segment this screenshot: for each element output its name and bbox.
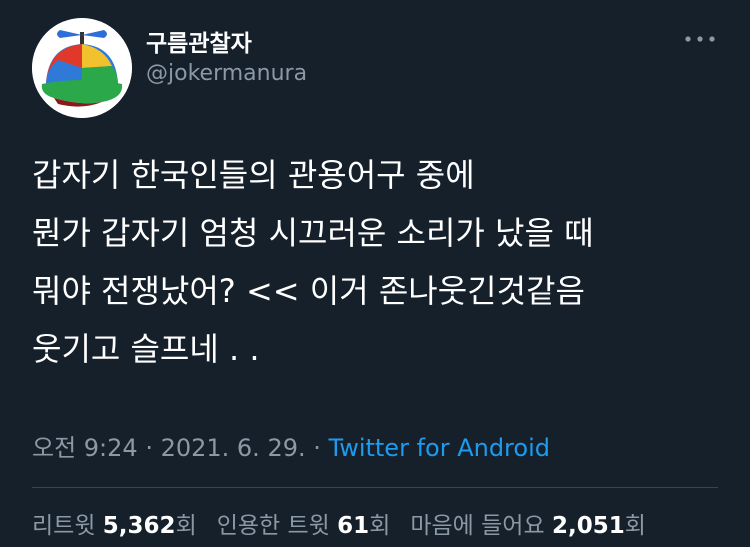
tweet-text-line: 뭔가 갑자기 엄청 시끄러운 소리가 났을 때	[32, 214, 594, 252]
tweet-text-line: 갑자기 한국인들의 관용어구 중에	[32, 156, 475, 194]
retweets-count: 5,362	[102, 513, 176, 539]
likes-unit: 회	[624, 513, 646, 539]
tweet-text: 갑자기 한국인들의 관용어구 중에 뭔가 갑자기 엄청 시끄러운 소리가 났을 …	[32, 146, 722, 378]
tweet-text-line: 웃기고 슬프네 . .	[32, 330, 260, 368]
avatar[interactable]	[32, 18, 132, 118]
more-dots-icon	[685, 36, 715, 42]
quotes-count: 61	[337, 513, 370, 539]
tweet-text-line: 뭐야 전쟁났어? << 이거 존나웃긴것같음	[32, 272, 585, 310]
likes-count: 2,051	[551, 513, 625, 539]
retweets-unit: 회	[175, 513, 197, 539]
quotes-stat[interactable]: 인용한 트윗 61회	[217, 513, 391, 539]
tweet-detail: 구름관찰자 @jokermanura 갑자기 한국인들의 관용어구 중에 뭔가 …	[0, 0, 750, 547]
quotes-unit: 회	[369, 513, 391, 539]
tweet-source-link[interactable]: Twitter for Android	[329, 434, 550, 462]
likes-label: 마음에 들어요	[410, 513, 545, 539]
retweets-stat[interactable]: 리트윗 5,362회	[32, 513, 197, 539]
tweet-metadata: 오전 9:24 · 2021. 6. 29. · Twitter for And…	[32, 428, 550, 463]
tweet-date[interactable]: 2021. 6. 29.	[161, 434, 306, 462]
meta-separator: ·	[137, 434, 161, 462]
meta-separator: ·	[305, 434, 329, 462]
quotes-label: 인용한 트윗	[216, 513, 330, 539]
more-options-button[interactable]	[678, 26, 722, 52]
tweet-stats: 리트윗 5,362회 인용한 트윗 61회 마음에 들어요 2,051회	[32, 506, 646, 540]
user-handle[interactable]: @jokermanura	[146, 61, 307, 86]
likes-stat[interactable]: 마음에 들어요 2,051회	[410, 513, 646, 539]
display-name[interactable]: 구름관찰자	[146, 24, 252, 58]
tweet-time[interactable]: 오전 9:24	[32, 434, 138, 462]
divider	[32, 487, 718, 488]
propeller-cap-icon	[32, 18, 132, 118]
retweets-label: 리트윗	[32, 513, 96, 539]
